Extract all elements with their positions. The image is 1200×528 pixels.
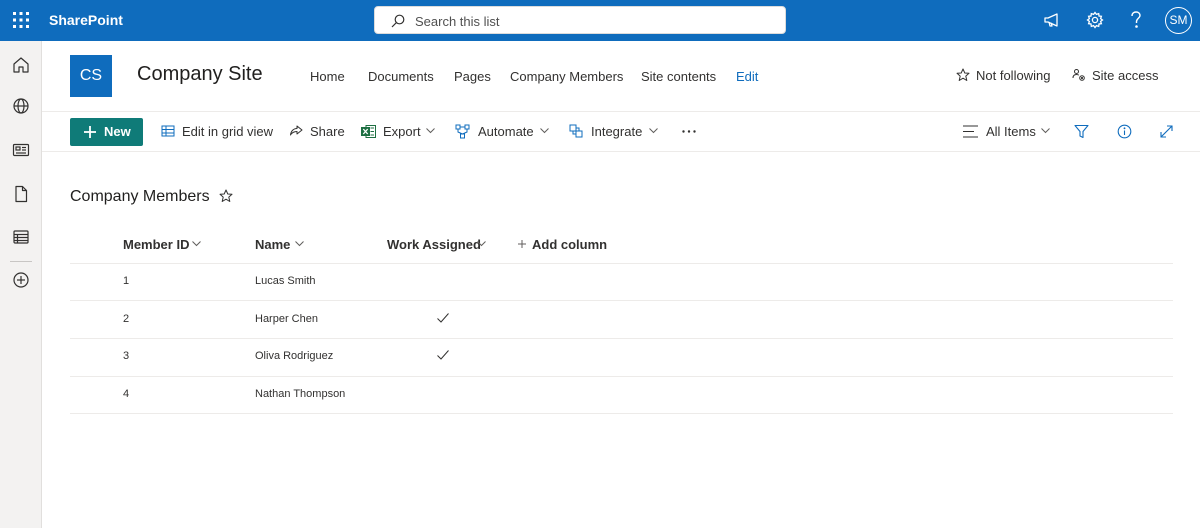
checkmark-icon [437, 350, 449, 360]
ellipsis-icon [682, 130, 696, 133]
row-divider [70, 413, 1173, 414]
details-pane-button[interactable] [1117, 124, 1132, 140]
lines-icon [963, 125, 978, 138]
news-icon[interactable] [12, 141, 30, 159]
nav-site-contents[interactable]: Site contents [641, 69, 716, 85]
excel-icon [361, 125, 376, 138]
cell-member-id: 1 [123, 275, 130, 287]
edit-grid-view-button[interactable]: Edit in grid view [161, 124, 274, 140]
nav-edit-link[interactable]: Edit [736, 69, 758, 85]
user-avatar[interactable]: SM [1165, 7, 1192, 34]
search-input[interactable] [415, 12, 755, 30]
follow-label: Not following [976, 68, 1051, 83]
filter-button[interactable] [1074, 124, 1089, 140]
share-button[interactable]: Share [289, 124, 345, 140]
filter-icon [1074, 124, 1089, 139]
create-add-icon[interactable] [12, 271, 30, 289]
cell-name: Oliva Rodriguez [255, 350, 334, 362]
chevron-down-icon [426, 128, 435, 134]
share-icon [290, 125, 303, 136]
document-icon[interactable] [12, 185, 30, 203]
column-header-member-id[interactable]: Member ID [123, 237, 203, 253]
cell-member-id: 2 [123, 313, 130, 325]
add-column-label: Add column [532, 237, 608, 252]
rail-divider [10, 261, 32, 262]
new-item-button[interactable]: New [70, 118, 143, 146]
nav-documents[interactable]: Documents [368, 69, 434, 85]
plus-icon [84, 126, 96, 138]
left-app-bar [0, 41, 42, 528]
globe-icon[interactable] [12, 97, 30, 115]
people-settings-icon [1072, 69, 1085, 81]
star-outline-icon [956, 68, 970, 81]
integrate-label: Integrate [591, 124, 643, 139]
table-row[interactable] [70, 339, 1173, 376]
view-label: All Items [986, 124, 1036, 139]
column-label: Member ID [123, 237, 190, 252]
table-row[interactable] [70, 377, 1173, 414]
list-icon[interactable] [12, 228, 30, 246]
column-label: Work Assigned [387, 237, 481, 252]
fullscreen-button[interactable] [1159, 124, 1174, 140]
integrate-dropdown[interactable]: Integrate [569, 124, 661, 140]
column-label: Name [255, 237, 291, 252]
search-box[interactable] [374, 6, 786, 34]
integrate-icon [569, 124, 583, 138]
grid-icon [161, 125, 175, 137]
site-title[interactable]: Company Site [137, 62, 263, 86]
column-header-work-assigned[interactable]: Work Assigned [387, 237, 489, 253]
header-divider [42, 111, 1200, 112]
chevron-down-icon [295, 241, 304, 247]
follow-button[interactable]: Not following [956, 68, 1056, 84]
command-bar-divider [42, 151, 1200, 152]
site-access-button[interactable]: Site access [1072, 68, 1159, 84]
automate-dropdown[interactable]: Automate [455, 124, 552, 140]
automate-label: Automate [478, 124, 534, 139]
site-access-label: Site access [1092, 68, 1159, 83]
list-title: Company Members [70, 188, 210, 205]
site-logo[interactable]: CS [70, 55, 112, 97]
chevron-down-icon [477, 241, 486, 247]
plus-icon [518, 240, 526, 248]
suite-header: SharePoint SM [0, 0, 1200, 41]
table-row[interactable] [70, 263, 1173, 300]
chevron-down-icon [649, 128, 658, 134]
home-icon[interactable] [12, 56, 30, 74]
settings-gear-icon[interactable] [1086, 11, 1104, 29]
share-label: Share [310, 124, 345, 139]
cell-name: Nathan Thompson [255, 388, 346, 400]
help-icon[interactable] [1128, 10, 1144, 30]
expand-icon [1160, 125, 1173, 138]
more-options-button[interactable] [682, 124, 698, 140]
nav-home[interactable]: Home [310, 69, 345, 85]
edit-grid-label: Edit in grid view [182, 124, 274, 139]
new-label: New [104, 124, 131, 139]
column-header-name[interactable]: Name [255, 237, 305, 253]
chevron-down-icon [192, 241, 201, 247]
chevron-down-icon [540, 128, 549, 134]
search-icon [391, 14, 405, 28]
cell-member-id: 3 [123, 350, 130, 362]
chevron-down-icon [1041, 128, 1050, 134]
table-row[interactable] [70, 301, 1173, 338]
cell-name: Lucas Smith [255, 275, 316, 287]
nav-company-members[interactable]: Company Members [510, 69, 623, 85]
export-dropdown[interactable]: Export [361, 124, 439, 140]
info-icon [1117, 124, 1132, 139]
megaphone-icon[interactable] [1043, 11, 1061, 29]
app-name[interactable]: SharePoint [49, 11, 123, 29]
cell-member-id: 4 [123, 388, 130, 400]
app-launcher-icon[interactable] [12, 11, 30, 29]
favorite-star-icon[interactable] [219, 189, 233, 203]
automate-flow-icon [455, 124, 470, 139]
view-switcher-dropdown[interactable]: All Items [963, 124, 1053, 140]
export-label: Export [383, 124, 421, 139]
checkmark-icon [437, 313, 449, 323]
cell-name: Harper Chen [255, 313, 318, 325]
nav-pages[interactable]: Pages [454, 69, 491, 85]
